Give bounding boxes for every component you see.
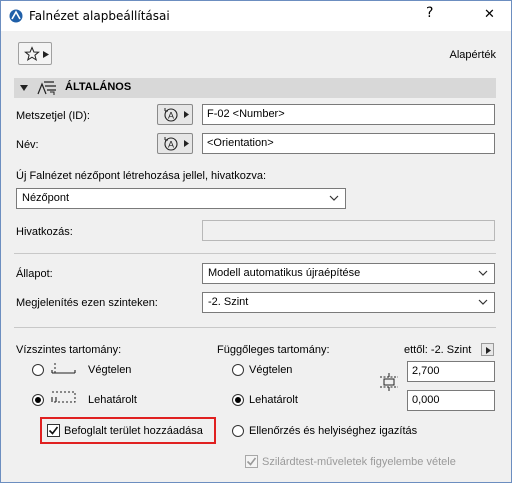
from-story-button[interactable] bbox=[481, 343, 494, 356]
horizontal-infinite-icon bbox=[51, 363, 76, 374]
close-button[interactable]: ✕ bbox=[484, 7, 495, 22]
star-icon bbox=[24, 46, 40, 62]
vertical-limited-label[interactable]: Lehatárolt bbox=[249, 394, 298, 406]
display-stories-label: Megjelenítés ezen szinteken: bbox=[16, 297, 158, 309]
svg-text:A: A bbox=[168, 111, 174, 121]
divider bbox=[14, 327, 496, 328]
triangle-right-icon bbox=[486, 347, 491, 354]
solid-ops-checkbox[interactable] bbox=[245, 455, 258, 468]
vertical-top-input[interactable]: 2,700 bbox=[407, 361, 495, 382]
reference-input bbox=[202, 220, 495, 241]
help-button[interactable]: ? bbox=[426, 5, 433, 21]
checkmark-icon bbox=[48, 426, 59, 435]
status-select[interactable]: Modell automatikus újraépítése bbox=[202, 263, 495, 284]
display-stories-value: -2. Szint bbox=[208, 296, 249, 308]
create-viewpoint-select[interactable]: Nézőpont bbox=[16, 188, 346, 209]
horizontal-limited-radio[interactable] bbox=[32, 394, 44, 406]
chevron-down-icon bbox=[329, 195, 339, 201]
svg-text:A: A bbox=[168, 140, 174, 150]
reference-label: Hivatkozás: bbox=[16, 226, 73, 238]
horizontal-infinite-radio[interactable] bbox=[32, 364, 44, 376]
name-input[interactable]: <Orientation> bbox=[202, 133, 495, 154]
autotext-icon: A bbox=[164, 137, 178, 151]
vertical-infinite-radio[interactable] bbox=[232, 364, 244, 376]
vertical-limited-radio[interactable] bbox=[232, 394, 244, 406]
add-area-label[interactable]: Befoglalt terület hozzáadása bbox=[64, 425, 203, 437]
fit-to-zone-label[interactable]: Ellenőrzés és helyiséghez igazítás bbox=[249, 425, 417, 437]
create-viewpoint-value: Nézőpont bbox=[22, 192, 70, 204]
autotext-icon: A bbox=[164, 108, 178, 122]
default-settings-label: Alapérték bbox=[449, 49, 496, 61]
chevron-down-icon bbox=[478, 299, 488, 305]
status-value: Modell automatikus újraépítése bbox=[208, 267, 361, 279]
create-viewpoint-label: Új Falnézet nézőpont létrehozása jellel,… bbox=[16, 170, 267, 182]
chevron-down-icon bbox=[478, 270, 488, 276]
id-label: Metszetjel (ID): bbox=[16, 110, 90, 122]
solid-ops-label: Szilárdtest-műveletek figyelembe vétele bbox=[262, 456, 456, 468]
vertical-range-icon bbox=[380, 373, 398, 391]
archicad-app-icon bbox=[9, 9, 23, 23]
status-label: Állapot: bbox=[16, 268, 53, 280]
elevation-tool-icon bbox=[37, 81, 56, 95]
from-story-label: ettől: -2. Szint bbox=[404, 344, 472, 356]
horizontal-limited-icon bbox=[51, 391, 76, 403]
section-header-general[interactable]: ÁLTALÁNOS bbox=[14, 78, 496, 98]
horizontal-infinite-label[interactable]: Végtelen bbox=[88, 364, 131, 376]
section-title: ÁLTALÁNOS bbox=[65, 81, 132, 93]
name-autotext-button[interactable]: A bbox=[157, 133, 193, 154]
vertical-infinite-label[interactable]: Végtelen bbox=[249, 364, 292, 376]
name-label: Név: bbox=[16, 139, 39, 151]
horizontal-limited-label[interactable]: Lehatárolt bbox=[88, 394, 137, 406]
triangle-right-icon bbox=[184, 140, 189, 147]
checkmark-icon bbox=[246, 457, 257, 466]
id-autotext-button[interactable]: A bbox=[157, 104, 193, 125]
vertical-bottom-input[interactable]: 0,000 bbox=[407, 390, 495, 411]
display-stories-select[interactable]: -2. Szint bbox=[202, 292, 495, 313]
add-area-checkbox[interactable] bbox=[47, 424, 60, 437]
fit-to-zone-radio[interactable] bbox=[232, 425, 244, 437]
triangle-right-icon bbox=[43, 51, 49, 58]
window-title: Falnézet alapbeállításai bbox=[29, 9, 170, 23]
id-input[interactable]: F-02 <Number> bbox=[202, 104, 495, 125]
horizontal-range-label: Vízszintes tartomány: bbox=[16, 344, 122, 356]
divider bbox=[14, 253, 496, 254]
title-bar: Falnézet alapbeállításai ? ✕ bbox=[1, 1, 511, 31]
triangle-right-icon bbox=[184, 111, 189, 118]
favorites-button[interactable] bbox=[18, 42, 52, 65]
collapse-triangle-icon bbox=[20, 85, 28, 91]
vertical-range-label: Függőleges tartomány: bbox=[217, 344, 330, 356]
